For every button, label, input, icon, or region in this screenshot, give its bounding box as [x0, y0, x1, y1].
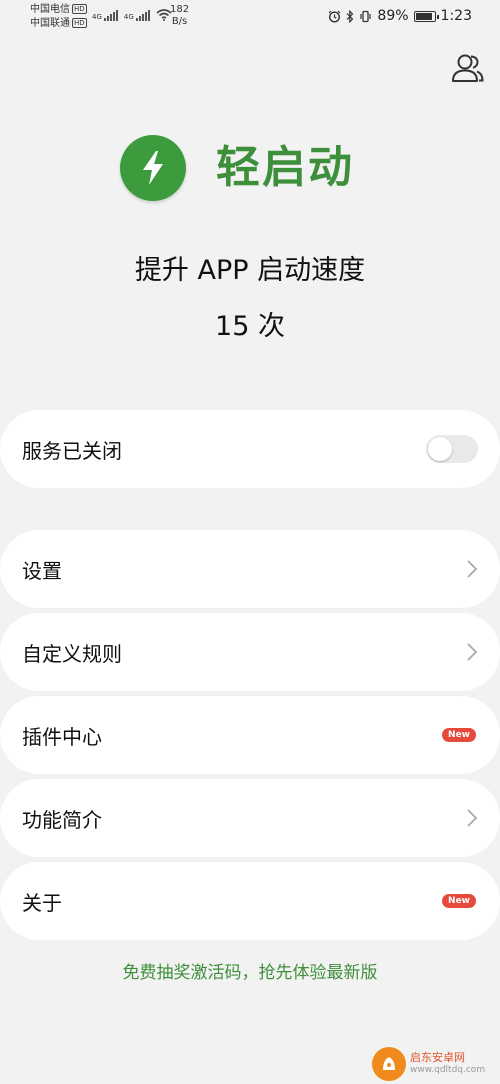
site-watermark: 启东安卓网 www.qdltdq.com	[372, 1044, 500, 1084]
tagline: 提升 APP 启动速度	[134, 255, 366, 286]
chevron-right-icon	[467, 809, 478, 827]
launch-count: 15 次	[215, 311, 285, 342]
chevron-right-icon	[467, 643, 478, 661]
app-name: 轻启动	[216, 142, 354, 193]
chevron-right-icon	[467, 560, 478, 578]
new-badge: New	[442, 728, 476, 742]
service-toggle-row[interactable]: 服务已关闭	[0, 410, 500, 488]
hd-icon: HD	[72, 18, 87, 28]
alarm-icon	[328, 10, 341, 23]
carrier-info: 中国电信 HD 中国联通 HD	[30, 3, 87, 31]
watermark-text: 启东安卓网 www.qdltdq.com	[410, 1051, 486, 1075]
promo-link[interactable]: 免费抽奖激活码，抢先体验最新版	[0, 961, 500, 985]
menu-item-label: 插件中心	[22, 724, 102, 749]
signal-icon: 4G	[124, 10, 150, 21]
battery-percent: 89%	[377, 8, 409, 24]
network-speed: 182 B/s	[170, 4, 190, 27]
service-status-label: 服务已关闭	[22, 438, 122, 463]
bluetooth-icon	[346, 9, 354, 23]
menu-item-settings[interactable]: 设置	[0, 530, 500, 608]
carrier-2: 中国联通 HD	[30, 18, 87, 29]
battery-icon	[413, 10, 439, 22]
menu-item-plugin-center[interactable]: 插件中心 New	[0, 696, 500, 774]
lightning-bolt-icon	[143, 151, 163, 185]
menu-item-label: 功能简介	[22, 807, 102, 832]
users-icon[interactable]	[450, 52, 484, 84]
menu-item-label: 关于	[22, 890, 62, 915]
vibrate-icon	[360, 10, 372, 22]
menu-item-label: 自定义规则	[22, 641, 122, 666]
system-indicators: 89% 1:23	[328, 8, 472, 24]
hd-icon: HD	[72, 4, 87, 14]
toggle-knob	[428, 437, 452, 461]
watermark-logo-icon	[372, 1047, 406, 1081]
menu-item-custom-rules[interactable]: 自定义规则	[0, 613, 500, 691]
service-toggle-switch[interactable]	[426, 435, 478, 463]
app-logo	[120, 135, 186, 201]
new-badge: New	[442, 894, 476, 908]
menu-item-features[interactable]: 功能简介	[0, 779, 500, 857]
signal-icon: 4G	[92, 10, 118, 21]
menu-item-about[interactable]: 关于 New	[0, 862, 500, 940]
signal-icons: 4G 4G	[92, 9, 172, 21]
clock-time: 1:23	[440, 8, 472, 24]
carrier-1: 中国电信 HD	[30, 4, 87, 15]
menu-item-label: 设置	[22, 558, 62, 583]
status-bar: 中国电信 HD 中国联通 HD 4G 4G 182 B/s 89% 1:23	[0, 0, 500, 34]
